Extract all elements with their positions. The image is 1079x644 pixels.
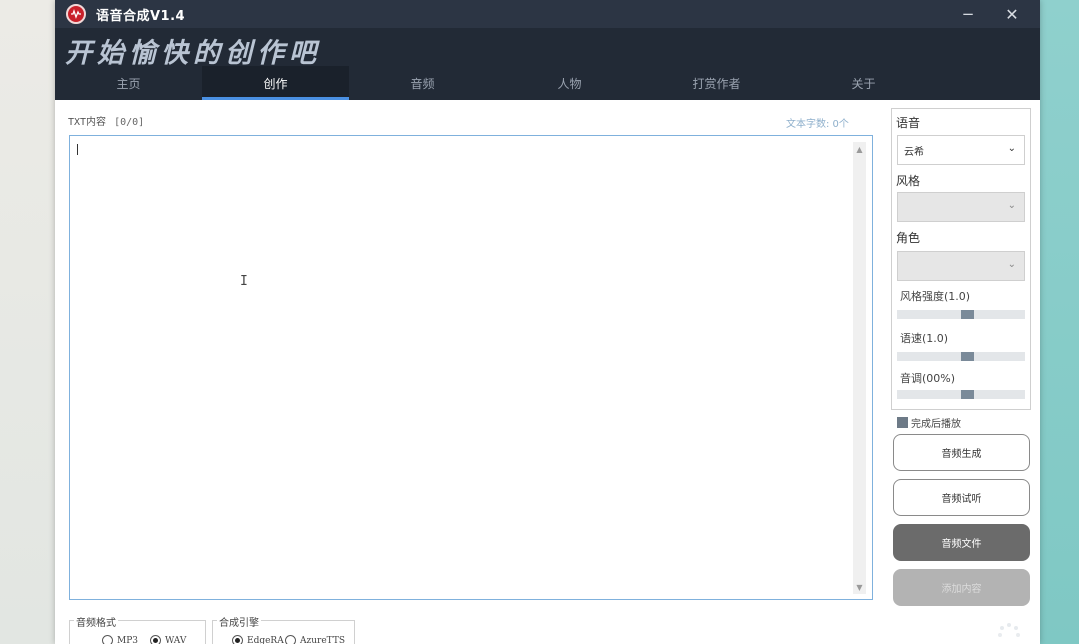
- chevron-down-icon: ⌄: [1007, 259, 1016, 270]
- radio-azuretts[interactable]: AzureTTS: [285, 635, 345, 644]
- radio-wav[interactable]: WAV: [150, 635, 186, 644]
- voice-select[interactable]: 云希 ⌄: [897, 135, 1025, 165]
- radio-azuretts-label: AzureTTS: [300, 635, 346, 644]
- tab-about[interactable]: 关于: [790, 66, 937, 100]
- tab-characters[interactable]: 人物: [496, 66, 643, 100]
- text-caret: [77, 144, 78, 155]
- role-select[interactable]: ⌄: [897, 251, 1025, 281]
- autoplay-checkbox-box[interactable]: [897, 417, 908, 428]
- style-degree-label: 风格强度(1.0): [900, 290, 971, 303]
- style-degree-slider[interactable]: [897, 310, 1025, 319]
- tab-create[interactable]: 创作: [202, 66, 349, 100]
- desktop-background-right: [1040, 0, 1079, 644]
- create-page: TXT内容 [0/0] 文本字数: 0个 I ▲ ▼ 音频格式 MP3 WAV 合…: [55, 100, 1040, 644]
- role-label: 角色: [896, 231, 921, 245]
- desktop-background-left: [0, 0, 55, 644]
- chevron-down-icon: ⌄: [1007, 200, 1016, 211]
- minimize-button[interactable]: −: [946, 0, 990, 28]
- word-count: 文本字数: 0个: [786, 119, 849, 130]
- pitch-slider[interactable]: [897, 390, 1025, 399]
- voice-value: 云希: [904, 146, 924, 158]
- text-input-area[interactable]: I ▲ ▼: [69, 135, 873, 600]
- style-degree-thumb[interactable]: [961, 310, 974, 319]
- generate-audio-button[interactable]: 音频生成: [893, 434, 1030, 471]
- preview-audio-button[interactable]: 音频试听: [893, 479, 1030, 516]
- radio-mp3-label: MP3: [117, 635, 138, 644]
- title-bar: 语音合成V1.4 − ✕: [55, 0, 1040, 28]
- ibeam-cursor-icon: I: [240, 274, 248, 289]
- tab-bar: 主页 创作 音频 人物 打赏作者 关于: [55, 66, 1040, 100]
- rate-thumb[interactable]: [961, 352, 974, 361]
- audio-file-button[interactable]: 音频文件: [893, 524, 1030, 561]
- radio-wav-dot[interactable]: [150, 635, 161, 644]
- radio-wav-label: WAV: [165, 635, 187, 644]
- slogan: 开始愉快的创作吧: [65, 38, 321, 69]
- window-title: 语音合成V1.4: [96, 8, 186, 24]
- chevron-down-icon: ⌄: [1007, 143, 1016, 154]
- rate-label: 语速(1.0): [900, 332, 949, 345]
- add-content-button[interactable]: 添加内容: [893, 569, 1030, 606]
- tab-home[interactable]: 主页: [55, 66, 202, 100]
- audio-format-legend: 音频格式: [74, 614, 118, 629]
- vertical-scrollbar[interactable]: ▲ ▼: [853, 142, 866, 594]
- voice-settings-panel: 语音 云希 ⌄ 风格 ⌄ 角色 ⌄ 风格强度(1.0) 语速(1.0) 音调(0…: [891, 108, 1031, 410]
- radio-mp3[interactable]: MP3: [102, 635, 138, 644]
- style-label: 风格: [896, 174, 921, 188]
- app-header: 开始愉快的创作吧 主页 创作 音频 人物 打赏作者 关于: [55, 28, 1040, 100]
- pitch-thumb[interactable]: [961, 390, 974, 399]
- rate-slider[interactable]: [897, 352, 1025, 361]
- engine-group: 合成引擎 EdgeRA AzureTTS: [212, 614, 355, 644]
- txt-content-label: TXT内容 [0/0]: [68, 113, 144, 128]
- autoplay-checkbox[interactable]: 完成后播放: [897, 415, 961, 430]
- radio-mp3-dot[interactable]: [102, 635, 113, 644]
- tab-donate[interactable]: 打赏作者: [643, 66, 790, 100]
- scroll-up-icon[interactable]: ▲: [853, 142, 866, 156]
- audio-format-group: 音频格式 MP3 WAV: [69, 614, 206, 644]
- radio-azuretts-dot[interactable]: [285, 635, 296, 644]
- app-logo-icon: [66, 4, 86, 24]
- radio-edgera[interactable]: EdgeRA: [232, 635, 284, 644]
- close-button[interactable]: ✕: [990, 0, 1034, 28]
- style-select[interactable]: ⌄: [897, 192, 1025, 222]
- autoplay-label: 完成后播放: [911, 419, 961, 430]
- tab-audio[interactable]: 音频: [349, 66, 496, 100]
- voice-label: 语音: [896, 116, 921, 130]
- radio-edgera-label: EdgeRA: [247, 635, 284, 644]
- scroll-down-icon[interactable]: ▼: [853, 580, 866, 594]
- radio-edgera-dot[interactable]: [232, 635, 243, 644]
- txt-content-title: TXT内容: [68, 117, 107, 128]
- loading-spinner-icon: [998, 623, 1020, 637]
- txt-counter: [0/0]: [114, 117, 145, 128]
- pitch-label: 音调(00%): [900, 372, 956, 385]
- engine-legend: 合成引擎: [217, 614, 261, 629]
- app-window: 语音合成V1.4 − ✕ 开始愉快的创作吧 主页 创作 音频 人物 打赏作者 关…: [55, 0, 1040, 644]
